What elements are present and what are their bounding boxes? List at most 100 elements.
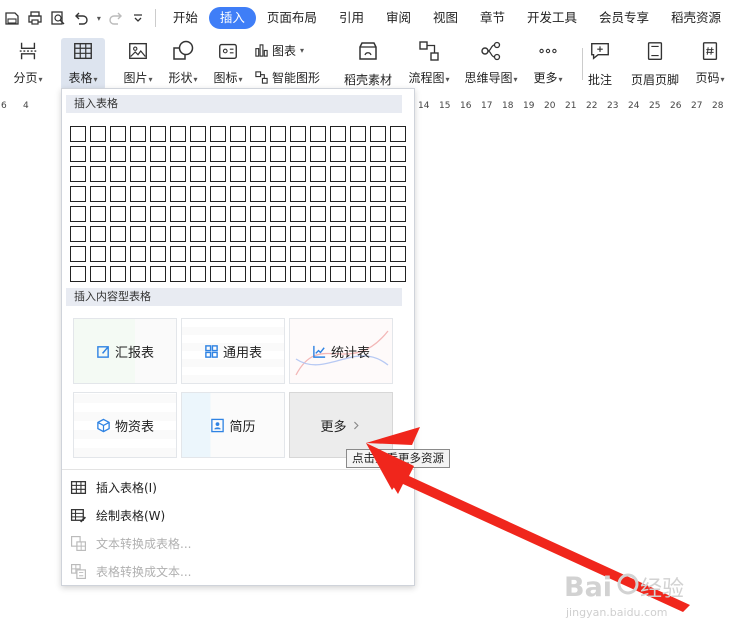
grid-cell[interactable] bbox=[110, 246, 126, 262]
grid-cell[interactable] bbox=[90, 246, 106, 262]
grid-cell[interactable] bbox=[290, 166, 306, 182]
tab-6[interactable]: 章节 bbox=[469, 7, 516, 29]
grid-cell[interactable] bbox=[190, 146, 206, 162]
grid-cell[interactable] bbox=[390, 186, 406, 202]
grid-cell[interactable] bbox=[390, 226, 406, 242]
grid-cell[interactable] bbox=[70, 146, 86, 162]
grid-cell[interactable] bbox=[330, 126, 346, 142]
grid-cell[interactable] bbox=[270, 166, 286, 182]
grid-cell[interactable] bbox=[290, 206, 306, 222]
table-button[interactable]: 表格▾ bbox=[61, 38, 105, 90]
grid-cell[interactable] bbox=[190, 226, 206, 242]
grid-cell[interactable] bbox=[250, 166, 266, 182]
grid-cell[interactable] bbox=[190, 126, 206, 142]
grid-cell[interactable] bbox=[350, 226, 366, 242]
grid-cell[interactable] bbox=[350, 146, 366, 162]
smart-graphic-button[interactable]: 智能图形 bbox=[254, 69, 320, 86]
grid-cell[interactable] bbox=[370, 266, 386, 282]
grid-cell[interactable] bbox=[290, 266, 306, 282]
grid-cell[interactable] bbox=[310, 246, 326, 262]
general-table-card[interactable]: 通用表 bbox=[181, 318, 285, 384]
grid-cell[interactable] bbox=[390, 146, 406, 162]
grid-cell[interactable] bbox=[190, 246, 206, 262]
chart-button[interactable]: 图表 ▾ bbox=[254, 42, 304, 59]
grid-cell[interactable] bbox=[370, 146, 386, 162]
grid-cell[interactable] bbox=[210, 266, 226, 282]
grid-cell[interactable] bbox=[130, 246, 146, 262]
grid-cell[interactable] bbox=[90, 266, 106, 282]
grid-cell[interactable] bbox=[230, 166, 246, 182]
insert-table-menu-item[interactable]: 插入表格(I) bbox=[70, 477, 157, 497]
grid-cell[interactable] bbox=[350, 166, 366, 182]
grid-cell[interactable] bbox=[170, 266, 186, 282]
tab-8[interactable]: 会员专享 bbox=[588, 7, 660, 29]
print-preview-icon[interactable] bbox=[48, 7, 69, 29]
print-icon[interactable] bbox=[25, 7, 46, 29]
grid-cell[interactable] bbox=[170, 226, 186, 242]
grid-cell[interactable] bbox=[290, 186, 306, 202]
grid-cell[interactable] bbox=[310, 186, 326, 202]
grid-cell[interactable] bbox=[270, 186, 286, 202]
grid-cell[interactable] bbox=[150, 166, 166, 182]
grid-cell[interactable] bbox=[330, 166, 346, 182]
grid-cell[interactable] bbox=[90, 226, 106, 242]
grid-cell[interactable] bbox=[330, 186, 346, 202]
grid-cell[interactable] bbox=[70, 166, 86, 182]
grid-cell[interactable] bbox=[190, 266, 206, 282]
grid-cell[interactable] bbox=[170, 206, 186, 222]
grid-cell[interactable] bbox=[70, 206, 86, 222]
icon-button[interactable]: 图标▾ bbox=[208, 38, 248, 90]
grid-cell[interactable] bbox=[170, 186, 186, 202]
grid-cell[interactable] bbox=[310, 126, 326, 142]
grid-cell[interactable] bbox=[350, 246, 366, 262]
save-icon[interactable] bbox=[2, 7, 23, 29]
grid-cell[interactable] bbox=[390, 246, 406, 262]
grid-cell[interactable] bbox=[390, 266, 406, 282]
grid-cell[interactable] bbox=[230, 126, 246, 142]
undo-icon[interactable] bbox=[71, 7, 92, 29]
grid-cell[interactable] bbox=[70, 226, 86, 242]
grid-cell[interactable] bbox=[250, 266, 266, 282]
grid-cell[interactable] bbox=[310, 166, 326, 182]
grid-cell[interactable] bbox=[250, 186, 266, 202]
grid-cell[interactable] bbox=[130, 226, 146, 242]
more-button[interactable]: 更多▾ bbox=[528, 38, 568, 90]
grid-cell[interactable] bbox=[90, 206, 106, 222]
grid-cell[interactable] bbox=[270, 206, 286, 222]
grid-cell[interactable] bbox=[290, 246, 306, 262]
grid-cell[interactable] bbox=[230, 266, 246, 282]
grid-cell[interactable] bbox=[130, 126, 146, 142]
grid-cell[interactable] bbox=[250, 206, 266, 222]
mindmap-button[interactable]: 思维导图▾ bbox=[460, 38, 522, 90]
grid-cell[interactable] bbox=[310, 206, 326, 222]
grid-cell[interactable] bbox=[330, 206, 346, 222]
grid-cell[interactable] bbox=[210, 246, 226, 262]
grid-cell[interactable] bbox=[130, 206, 146, 222]
grid-cell[interactable] bbox=[70, 246, 86, 262]
grid-cell[interactable] bbox=[330, 226, 346, 242]
grid-cell[interactable] bbox=[90, 146, 106, 162]
grid-cell[interactable] bbox=[370, 246, 386, 262]
grid-cell[interactable] bbox=[110, 206, 126, 222]
grid-cell[interactable] bbox=[230, 226, 246, 242]
materials-table-card[interactable]: 物资表 bbox=[73, 392, 177, 458]
grid-cell[interactable] bbox=[370, 166, 386, 182]
grid-cell[interactable] bbox=[210, 126, 226, 142]
grid-cell[interactable] bbox=[150, 206, 166, 222]
tab-0[interactable]: 开始 bbox=[162, 7, 209, 29]
tab-9[interactable]: 稻壳资源 bbox=[660, 7, 732, 29]
grid-cell[interactable] bbox=[150, 266, 166, 282]
grid-cell[interactable] bbox=[350, 266, 366, 282]
grid-cell[interactable] bbox=[390, 126, 406, 142]
grid-cell[interactable] bbox=[270, 246, 286, 262]
grid-cell[interactable] bbox=[110, 186, 126, 202]
grid-cell[interactable] bbox=[150, 146, 166, 162]
grid-cell[interactable] bbox=[370, 126, 386, 142]
tab-1[interactable]: 插入 bbox=[208, 7, 256, 29]
grid-cell[interactable] bbox=[130, 146, 146, 162]
grid-cell[interactable] bbox=[110, 146, 126, 162]
grid-cell[interactable] bbox=[70, 266, 86, 282]
grid-cell[interactable] bbox=[110, 266, 126, 282]
grid-cell[interactable] bbox=[130, 166, 146, 182]
grid-cell[interactable] bbox=[290, 146, 306, 162]
